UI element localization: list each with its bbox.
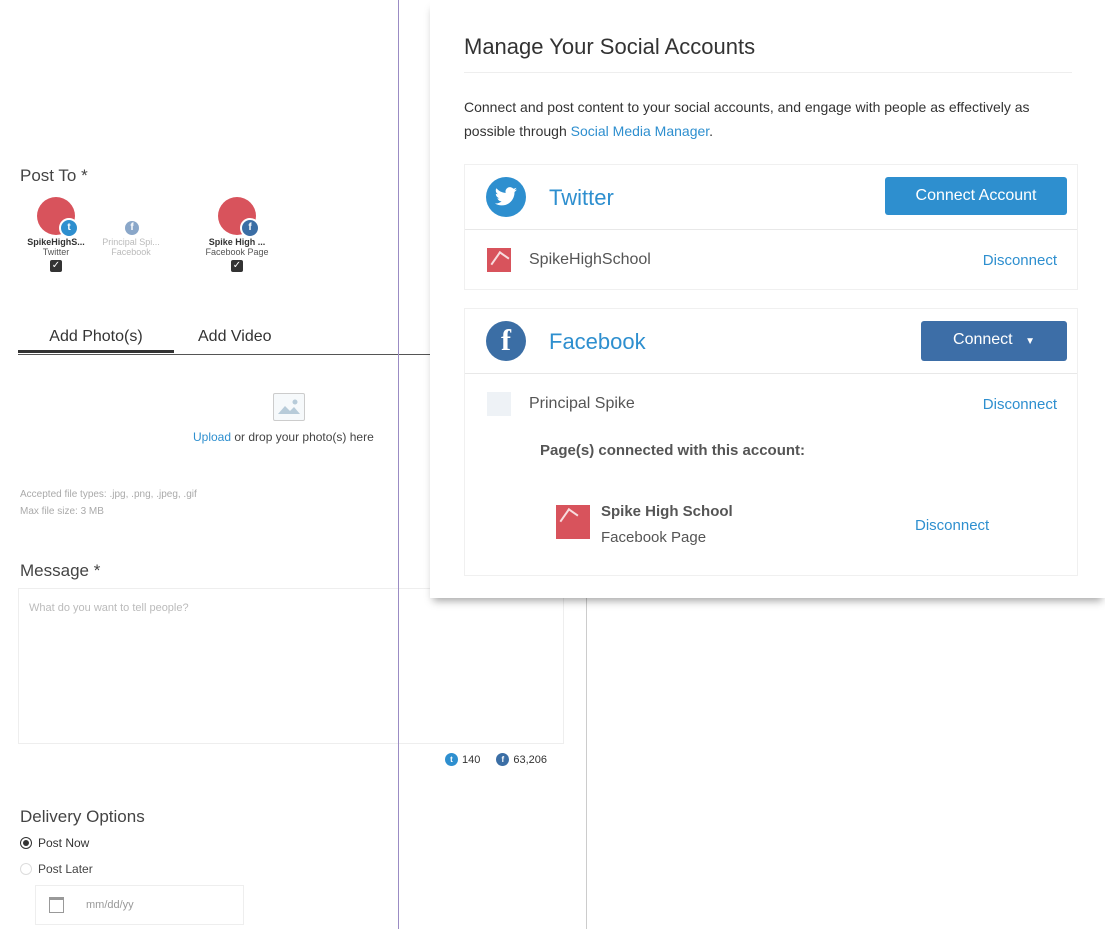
upload-link[interactable]: Upload [193, 430, 231, 444]
upload-text: or drop your photo(s) here [231, 430, 374, 444]
modal-description: Connect and post content to your social … [464, 95, 1084, 143]
char-counters: t 140 f 63,206 [445, 753, 547, 766]
account-twitter[interactable]: t SpikeHighS... Twitter ✓ [23, 197, 89, 272]
title-divider [464, 72, 1072, 73]
account-thumbnail [487, 248, 511, 272]
caret-down-icon: ▼ [1025, 336, 1035, 347]
tab-add-video[interactable]: Add Video [198, 328, 272, 346]
account-facebook-page[interactable]: f Spike High ... Facebook Page ✓ [204, 197, 270, 272]
twitter-icon [486, 177, 526, 217]
twitter-badge-icon: t [59, 218, 79, 238]
message-placeholder: What do you want to tell people? [29, 602, 189, 614]
account-facebook[interactable]: f Principal Spi... Facebook [98, 197, 164, 257]
account-thumbnail [487, 392, 511, 416]
page-name: Spike High School [601, 503, 733, 520]
max-size: Max file size: 3 MB [20, 506, 104, 517]
post-now-label: Post Now [38, 836, 90, 850]
image-icon [273, 393, 305, 421]
twitter-card-header: Twitter Connect Account [465, 165, 1077, 230]
divider [398, 0, 399, 929]
page-thumbnail [556, 505, 590, 539]
facebook-icon: f [496, 753, 510, 766]
facebook-name: Facebook [549, 329, 646, 354]
connect-label: Connect [953, 331, 1013, 348]
message-input[interactable]: What do you want to tell people? [18, 588, 564, 744]
post-to-label: Post To * [20, 166, 88, 185]
facebook-badge-icon: f [240, 218, 260, 238]
twitter-icon: t [445, 753, 458, 766]
twitter-count: 140 [462, 753, 481, 766]
disconnect-twitter-link[interactable]: Disconnect [983, 252, 1057, 269]
connect-button[interactable]: Connect ▼ [921, 321, 1067, 361]
social-media-manager-link[interactable]: Social Media Manager [571, 123, 710, 139]
delivery-label: Delivery Options [20, 807, 145, 826]
facebook-count: 63,206 [513, 753, 548, 766]
file-hints: Accepted file types: .jpg, .png, .jpeg, … [20, 486, 197, 520]
upload-prompt: Upload or drop your photo(s) here [193, 430, 374, 444]
account-checkbox[interactable]: ✓ [50, 260, 62, 272]
message-label: Message * [20, 561, 101, 580]
facebook-card-header: f Facebook Connect ▼ [465, 309, 1077, 374]
facebook-account-name: Principal Spike [529, 395, 635, 412]
twitter-card: Twitter Connect Account SpikeHighSchool … [464, 164, 1078, 290]
twitter-account-name: SpikeHighSchool [529, 251, 651, 268]
facebook-icon: f [486, 321, 526, 361]
desc-text: Connect and post content to your social … [464, 99, 1030, 139]
radio-post-later[interactable] [20, 863, 32, 875]
facebook-account-row: Principal Spike Disconnect [465, 381, 1077, 429]
account-name: SpikeHighS... [27, 237, 85, 247]
page-type: Facebook Page [601, 529, 707, 546]
option-post-later[interactable]: Post Later [20, 862, 93, 876]
account-name: Spike High ... [208, 237, 266, 247]
connect-account-button[interactable]: Connect Account [885, 177, 1067, 215]
facebook-card: f Facebook Connect ▼ Principal Spike Dis… [464, 308, 1078, 576]
avatar: t [37, 197, 79, 238]
disconnect-page-link[interactable]: Disconnect [915, 517, 989, 534]
twitter-account-row: SpikeHighSchool Disconnect [465, 237, 1077, 285]
calendar-icon [49, 897, 64, 913]
media-tabs: Add Photo(s) Add Video [18, 328, 443, 355]
post-later-label: Post Later [38, 862, 93, 876]
account-checkbox[interactable]: ✓ [231, 260, 243, 272]
date-field[interactable]: mm/dd/yy [35, 885, 244, 925]
account-type: Twitter [42, 247, 70, 257]
facebook-badge-icon: f [125, 221, 139, 235]
account-name: Principal Spi... [102, 237, 160, 247]
date-placeholder: mm/dd/yy [86, 899, 134, 911]
pages-connected-label: Page(s) connected with this account: [540, 442, 806, 459]
modal-title: Manage Your Social Accounts [464, 34, 756, 59]
avatar: f [112, 197, 150, 235]
option-post-now[interactable]: Post Now [20, 836, 89, 850]
divider [586, 598, 587, 929]
desc-end: . [709, 123, 714, 139]
account-type: Facebook Page [205, 247, 269, 257]
disconnect-facebook-link[interactable]: Disconnect [983, 396, 1057, 413]
tab-add-photos[interactable]: Add Photo(s) [18, 328, 174, 353]
accepted-types: Accepted file types: .jpg, .png, .jpeg, … [20, 489, 197, 500]
radio-post-now[interactable] [20, 837, 32, 849]
account-type: Facebook [111, 247, 151, 257]
twitter-name: Twitter [549, 185, 614, 210]
manage-social-accounts-modal: Manage Your Social Accounts Connect and … [430, 0, 1105, 598]
avatar: f [218, 197, 260, 238]
